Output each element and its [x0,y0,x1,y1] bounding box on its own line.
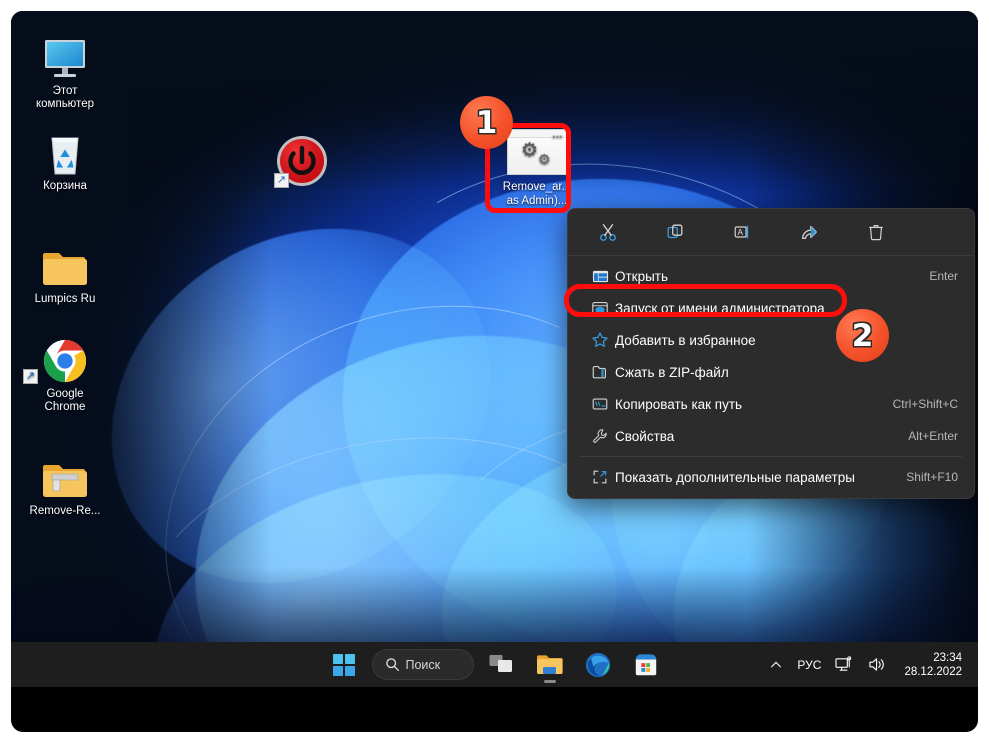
menu-item-add-favorites[interactable]: Добавить в избранное [572,324,970,356]
rename-button[interactable]: A [722,216,762,248]
volume-button[interactable] [861,648,894,682]
file-explorer-button[interactable] [530,645,570,685]
cut-button[interactable] [588,216,628,248]
shortcut-overlay-icon: ↗ [23,369,38,384]
svg-text:A: A [737,228,743,237]
zip-folder-icon [21,451,109,501]
store-icon [635,653,656,675]
desktop-icon-lumpics-ru[interactable]: Lumpics Ru [21,239,109,306]
script-gears-icon: ••• ⚙ ⚙ [507,129,567,175]
context-menu[interactable]: A Открыть Enter Запуск от имени админист… [567,208,975,499]
menu-item-show-more[interactable]: Показать дополнительные параметры Shift+… [572,461,970,493]
system-tray[interactable]: РУС 23:34 28.12.2022 [762,642,978,687]
rename-icon: A [734,225,749,239]
search-input[interactable]: Поиск [371,649,474,680]
clock[interactable]: 23:34 28.12.2022 [894,651,968,679]
menu-item-label: Запуск от имени администратора [615,300,825,316]
menu-item-accelerator: Enter [929,269,958,283]
menu-item-label: Открыть [615,268,669,284]
search-placeholder: Поиск [405,657,441,672]
start-button[interactable] [324,645,364,685]
shortcut-overlay-icon: ↗ [274,173,289,188]
scissors-icon [600,224,616,241]
microsoft-edge-button[interactable] [578,645,618,685]
wrench-icon [585,427,615,445]
recycle-bin-icon [21,126,109,176]
annotation-badge-1: 1 [460,96,513,149]
windows-logo-icon [332,653,355,676]
desktop-icon-label: Google Chrome [44,388,86,413]
open-window-icon [585,268,615,285]
desktop-file-label-line1: Remove_ar... [502,181,572,193]
chrome-icon: ↗ [21,334,109,384]
desktop-icon-recycle-bin[interactable]: Корзина [21,126,109,193]
microsoft-store-button[interactable] [626,645,666,685]
desktop-icon-label: Этот компьютер [36,85,94,110]
chevron-up-icon [771,661,782,667]
menu-item-copy-as-path[interactable]: Копировать как путь Ctrl+Shift+C [572,388,970,420]
zip-icon [585,363,615,381]
menu-item-label: Показать дополнительные параметры [615,469,855,485]
clock-time: 23:34 [933,651,962,664]
desktop[interactable]: Этот компьютер Корзина Lumpics Ru ↗ Goog… [11,11,978,687]
volume-icon [869,658,885,671]
menu-item-properties[interactable]: Свойства Alt+Enter [572,420,970,452]
menu-item-label: Свойства [615,428,675,444]
menu-separator [580,456,962,457]
language-indicator[interactable]: РУС [790,648,828,682]
menu-item-label: Сжать в ZIP-файл [615,364,729,380]
copy-icon [667,224,683,239]
menu-item-label: Копировать как путь [615,396,743,412]
desktop-file-label-line2: as Admin)... [506,195,568,207]
menu-item-open[interactable]: Открыть Enter [572,260,970,292]
monitor-screen: Этот компьютер Корзина Lumpics Ru ↗ Goog… [11,11,978,732]
copy-button[interactable] [655,216,695,248]
edge-icon [585,652,610,677]
network-button[interactable] [828,648,861,682]
desktop-shortcut-shutdown[interactable]: ↗ [274,135,328,188]
share-button[interactable] [789,216,829,248]
screenshot-frame: Этот компьютер Корзина Lumpics Ru ↗ Goog… [0,0,989,743]
desktop-icon-label: Lumpics Ru [34,293,96,305]
clock-date: 28.12.2022 [904,665,962,678]
share-icon [802,225,817,239]
power-icon: ↗ [274,135,328,188]
tray-chevron-button[interactable] [762,648,790,682]
network-icon [835,656,852,671]
context-menu-toolbar[interactable]: A [568,209,974,256]
star-icon [585,331,615,349]
desktop-icon-label: Корзина [43,180,87,192]
desktop-file-remove-ar[interactable]: ••• ⚙ ⚙ Remove_ar... as Admin)... [495,129,579,208]
menu-item-run-as-admin[interactable]: Запуск от имени администратора [572,292,970,324]
desktop-icon-this-pc[interactable]: Этот компьютер [21,31,109,111]
context-menu-items[interactable]: Открыть Enter Запуск от имени администра… [568,256,974,498]
menu-item-compress-zip[interactable]: Сжать в ZIP-файл [572,356,970,388]
search-icon [385,658,399,671]
trash-icon [869,225,883,241]
running-indicator [543,679,556,683]
task-view-icon [489,654,512,672]
folder-icon [21,239,109,289]
desktop-icon-remove-re[interactable]: Remove-Re... [21,451,109,518]
taskbar[interactable]: Поиск РУС 23:34 28.12.2022 [11,642,978,687]
shield-icon [585,299,615,317]
monitor-icon [21,31,109,81]
menu-item-label: Добавить в избранное [615,332,756,348]
more-options-icon [585,468,615,486]
desktop-icon-google-chrome[interactable]: ↗ Google Chrome [21,334,109,414]
menu-item-accelerator: Shift+F10 [906,470,958,484]
copy-path-icon [585,395,615,413]
menu-item-accelerator: Alt+Enter [908,429,958,443]
menu-item-accelerator: Ctrl+Shift+C [892,397,958,411]
task-view-button[interactable] [482,645,522,685]
annotation-badge-2: 2 [836,309,889,362]
delete-button[interactable] [856,216,896,248]
folder-icon [536,654,563,674]
desktop-icon-label: Remove-Re... [29,505,101,517]
